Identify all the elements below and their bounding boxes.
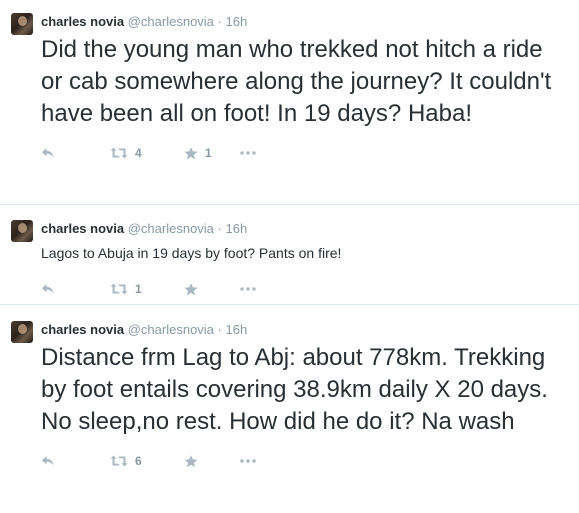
- tweet-header: charles novia @charlesnovia · 16h: [41, 0, 569, 31]
- author-handle[interactable]: @charlesnovia: [128, 322, 214, 337]
- tweet-header: charles novia @charlesnovia · 16h: [41, 205, 569, 238]
- author-handle[interactable]: @charlesnovia: [128, 221, 214, 236]
- retweet-icon: [110, 147, 128, 159]
- author-handle[interactable]: @charlesnovia: [128, 14, 214, 29]
- tweet-item[interactable]: charles novia @charlesnovia · 16h Did th…: [0, 0, 579, 205]
- more-icon: [240, 151, 256, 155]
- reply-button[interactable]: [41, 455, 110, 467]
- tweet-timeline: charles novia @charlesnovia · 16h Did th…: [0, 0, 579, 513]
- tweet-item[interactable]: charles novia @charlesnovia · 16h Lagos …: [0, 205, 579, 305]
- retweet-count: 6: [135, 454, 142, 468]
- tweet-actions: 6: [41, 451, 569, 471]
- separator: ·: [217, 221, 222, 236]
- favorite-button[interactable]: [184, 282, 240, 296]
- retweet-count: 4: [135, 146, 142, 160]
- author-name[interactable]: charles novia: [41, 14, 124, 29]
- retweet-count: 1: [135, 282, 142, 296]
- more-icon: [240, 459, 256, 463]
- retweet-button[interactable]: 4: [110, 146, 184, 160]
- timestamp[interactable]: 16h: [226, 221, 248, 236]
- avatar[interactable]: [11, 13, 33, 35]
- retweet-icon: [110, 455, 128, 467]
- reply-icon: [41, 283, 55, 295]
- timestamp[interactable]: 16h: [226, 322, 248, 337]
- tweet-header: charles novia @charlesnovia · 16h: [41, 305, 569, 339]
- author-name[interactable]: charles novia: [41, 221, 124, 236]
- timestamp[interactable]: 16h: [226, 14, 248, 29]
- retweet-icon: [110, 283, 128, 295]
- tweet-actions: 4 1: [41, 143, 569, 163]
- avatar[interactable]: [11, 220, 33, 242]
- more-button[interactable]: [240, 151, 256, 155]
- tweet-actions: 1: [41, 279, 569, 299]
- favorite-count: 1: [205, 146, 212, 160]
- more-icon: [240, 287, 256, 291]
- tweet-text: Did the young man who trekked not hitch …: [41, 36, 552, 127]
- more-button[interactable]: [240, 459, 256, 463]
- reply-button[interactable]: [41, 283, 110, 295]
- star-icon: [184, 282, 198, 296]
- favorite-button[interactable]: 1: [184, 146, 240, 160]
- tweet-item[interactable]: charles novia @charlesnovia · 16h Distan…: [0, 305, 579, 513]
- avatar[interactable]: [11, 321, 33, 343]
- reply-icon: [41, 455, 55, 467]
- author-name[interactable]: charles novia: [41, 322, 124, 337]
- reply-icon: [41, 147, 55, 159]
- reply-button[interactable]: [41, 147, 110, 159]
- star-icon: [184, 146, 198, 160]
- star-icon: [184, 454, 198, 468]
- tweet-text: Distance frm Lag to Abj: about 778km. Tr…: [41, 344, 548, 435]
- tweet-text: Lagos to Abuja in 19 days by foot? Pants…: [41, 245, 342, 261]
- separator: ·: [217, 322, 222, 337]
- more-button[interactable]: [240, 287, 256, 291]
- separator: ·: [217, 14, 222, 29]
- retweet-button[interactable]: 6: [110, 454, 184, 468]
- retweet-button[interactable]: 1: [110, 282, 184, 296]
- favorite-button[interactable]: [184, 454, 240, 468]
